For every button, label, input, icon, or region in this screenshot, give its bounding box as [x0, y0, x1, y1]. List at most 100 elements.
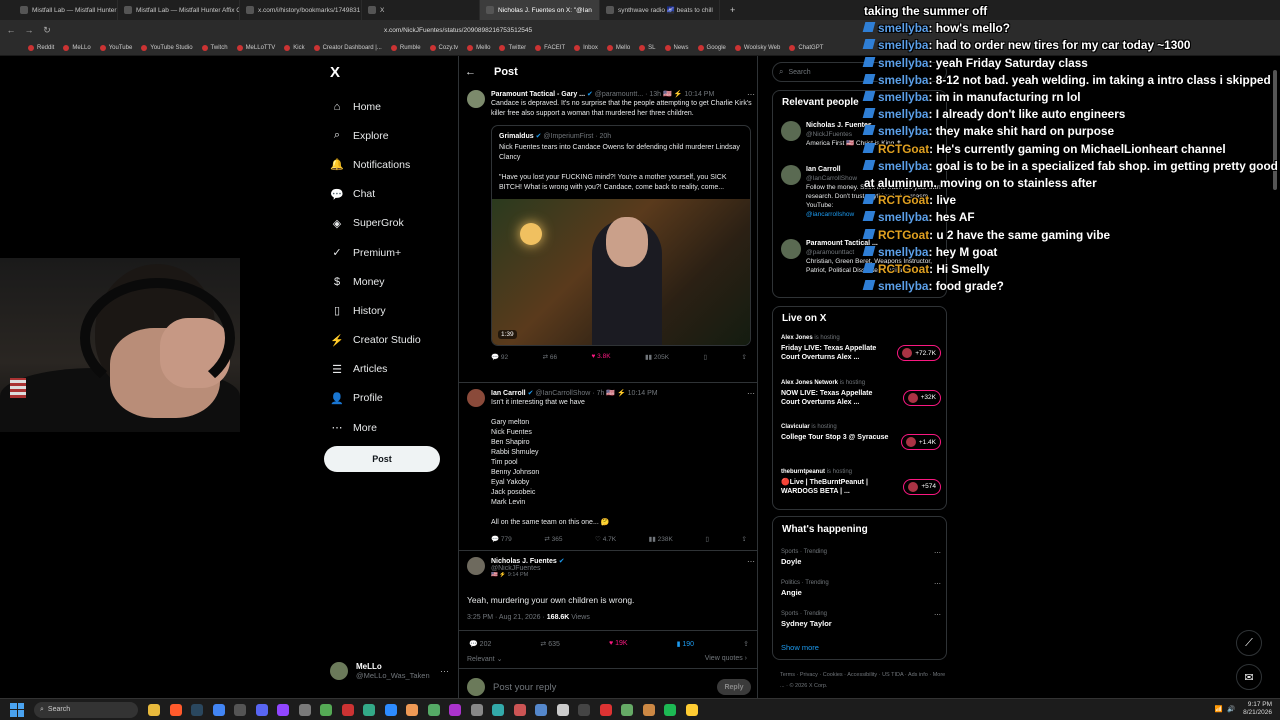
avatar[interactable] [467, 90, 485, 108]
repost-button[interactable]: ⇄ 365 [544, 535, 562, 543]
bookmark-item[interactable]: Inbox [574, 44, 598, 51]
app-icon[interactable] [363, 703, 375, 716]
wifi-icon[interactable]: 📶 [1215, 705, 1223, 713]
browser-tab[interactable]: Mistfall Lab — Mistfall Hunter Affix C [118, 0, 240, 20]
live-stream-item[interactable]: Alex Jones is hosting Friday LIVE: Texas … [781, 335, 941, 362]
reply-button[interactable]: 💬 202 [469, 640, 491, 648]
bookmark-item[interactable]: Woolsky Web [734, 44, 780, 51]
forward-arrow-icon[interactable]: → [22, 23, 36, 37]
trend-item[interactable]: Politics · Trending Angie ⋯ [781, 580, 941, 597]
reply-button[interactable]: 💬 779 [491, 535, 512, 543]
tweet-time[interactable]: 3:25 PM · Aug 21, 2026 · [467, 614, 547, 621]
back-arrow-icon[interactable]: ← [4, 23, 18, 37]
trend-item[interactable]: Sports · Trending Doyle ⋯ [781, 549, 941, 566]
repost-button[interactable]: ⇄ 66 [543, 353, 558, 361]
footer-links[interactable]: Terms · Privacy · Cookies · Accessibilit… [780, 670, 950, 692]
bookmark-item[interactable]: Cozy.tv [429, 44, 458, 51]
spotify-icon[interactable] [664, 703, 676, 716]
nav-item-history[interactable]: ▯ History [330, 296, 421, 325]
nav-item-articles[interactable]: ☰ Articles [330, 355, 421, 384]
live-stream-item[interactable]: Clavicular is hosting College Tour Stop 3… [781, 424, 941, 450]
more-dots-icon[interactable]: ⋯ [934, 611, 941, 619]
app-icon[interactable] [642, 703, 655, 716]
nav-item-notifications[interactable]: 🔔 Notifications [330, 150, 421, 179]
share-icon[interactable]: ⇪ [742, 353, 747, 361]
live-listener-count[interactable]: +1.4K [900, 434, 941, 450]
reload-icon[interactable]: ↻ [40, 23, 54, 37]
volume-icon[interactable]: 🔊 [1227, 705, 1235, 713]
nav-item-more[interactable]: ⋯ More [330, 413, 421, 442]
app-icon[interactable] [449, 703, 461, 716]
bookmark-button[interactable]: ▮ 190 [677, 640, 694, 648]
file-explorer-icon[interactable] [148, 703, 160, 716]
bookmark-item[interactable]: FACEIT [535, 44, 565, 51]
like-button[interactable]: ♥ 3.8K [591, 353, 610, 361]
app-icon[interactable] [556, 703, 569, 716]
x-logo[interactable]: X [330, 64, 340, 81]
avatar[interactable] [781, 121, 801, 141]
more-dots-icon[interactable]: ⋯ [747, 557, 755, 566]
bookmark-item[interactable]: Rumble [390, 44, 421, 51]
view-quotes-link[interactable]: View quotes › [705, 655, 747, 662]
browser-tab[interactable]: X [362, 0, 480, 20]
share-icon[interactable]: ⇪ [742, 535, 747, 543]
browser-tab[interactable]: Nicholas J. Fuentes on X: "@Ian [480, 0, 600, 20]
discord-icon[interactable] [255, 703, 268, 716]
views-button[interactable]: ▮▮ 205K [645, 353, 669, 361]
trend-item[interactable]: Sports · Trending Sydney Taylor ⋯ [781, 611, 941, 628]
tweet-author-name[interactable]: Ian Carroll [491, 390, 526, 397]
like-button[interactable]: ♡ 4.7K [595, 535, 616, 543]
back-arrow-icon[interactable]: ← [465, 66, 476, 78]
nav-item-chat[interactable]: 💬 Chat [330, 180, 421, 209]
avatar[interactable] [781, 239, 801, 259]
more-dots-icon[interactable]: ⋯ [747, 90, 755, 99]
tweet-author-name[interactable]: Paramount Tactical - Gary ... [491, 91, 585, 98]
bookmark-item[interactable]: YouTube Studio [141, 44, 193, 51]
nav-item-supergrok[interactable]: ◈ SuperGrok [330, 209, 421, 238]
more-dots-icon[interactable]: ⋯ [440, 666, 449, 677]
more-dots-icon[interactable]: ⋯ [934, 549, 941, 557]
chrome-icon[interactable] [212, 703, 225, 716]
grok-icon[interactable]: ⟋ [1236, 630, 1262, 656]
avatar[interactable] [467, 557, 485, 575]
app-icon[interactable] [406, 703, 418, 716]
taskbar-search[interactable]: ⌕ Search [34, 701, 138, 718]
bookmark-item[interactable]: MeLLoTTV [236, 44, 275, 51]
url-field[interactable]: x.com/NickJFuentes/status/20908982167535… [384, 23, 532, 37]
like-button[interactable]: ♥ 19K [609, 640, 628, 648]
browser-tab[interactable]: Mistfall Lab — Mistfall Hunter Affix C [14, 0, 118, 20]
live-listener-count[interactable]: +32K [902, 389, 941, 406]
reply-button[interactable]: 💬 92 [491, 353, 508, 361]
avatar[interactable] [467, 389, 485, 407]
reply-input[interactable]: Post your reply [493, 682, 717, 693]
bookmark-item[interactable]: Reddit [28, 44, 54, 51]
reply-button[interactable]: Reply [717, 679, 751, 695]
bookmark-item[interactable]: Mello [606, 44, 630, 51]
obs-icon[interactable] [234, 703, 246, 716]
browser-tab[interactable]: x.com/i/history/bookmarks/1749831 [240, 0, 362, 20]
repost-button[interactable]: ⇄ 635 [540, 640, 560, 648]
bookmark-item[interactable]: Twitter [499, 44, 526, 51]
bookmark-icon[interactable]: ▯ [705, 535, 709, 543]
app-icon[interactable] [513, 703, 526, 716]
more-dots-icon[interactable]: ⋯ [747, 389, 755, 398]
app-icon[interactable] [685, 703, 698, 716]
app-icon[interactable] [470, 703, 483, 716]
nav-item-money[interactable]: $ Money [330, 267, 421, 296]
live-listener-count[interactable]: +72.7K [897, 345, 941, 361]
tweet-author-name[interactable]: Nicholas J. Fuentes [491, 558, 557, 565]
steam-icon[interactable] [191, 703, 203, 716]
app-icon[interactable] [320, 703, 332, 716]
bookmark-item[interactable]: SL [639, 44, 656, 51]
account-switcher[interactable]: MeLLo @MeLLo_Was_Taken ⋯ [330, 662, 449, 680]
browser-icon[interactable] [169, 703, 182, 716]
live-stream-item[interactable]: Alex Jones Network is hosting NOW LIVE: T… [781, 380, 941, 407]
app-icon[interactable] [599, 703, 612, 716]
show-more-link[interactable]: Show more [781, 643, 819, 652]
new-tab-icon[interactable]: + [730, 5, 735, 15]
app-icon[interactable] [427, 703, 440, 716]
clock[interactable]: 9:17 PM 8/21/2026 [1243, 701, 1272, 717]
share-icon[interactable]: ⇪ [743, 640, 749, 648]
video-player[interactable]: 1:39 [492, 199, 750, 345]
more-dots-icon[interactable]: ⋯ [934, 580, 941, 588]
